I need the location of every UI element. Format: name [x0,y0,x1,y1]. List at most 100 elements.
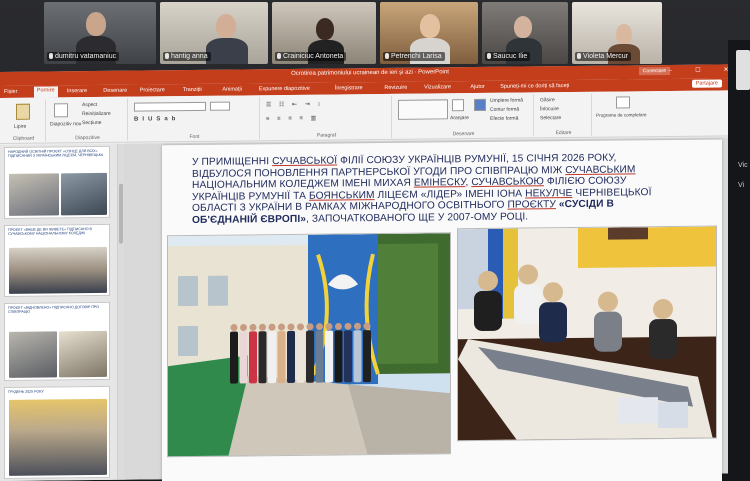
slide-thumbnail-pane: НАРОДНИЙ ОСВІТНІЙ ПРОЄКТ «СОНЦЕ ДЛЯ ВСІХ… [0,143,118,481]
person-figure [315,330,324,383]
side-panel: Vic Vi [728,40,750,481]
addins-button[interactable]: Programe de completare [596,112,647,118]
person-figure [594,311,622,352]
group-label: Paragraf [316,132,337,139]
ribbon-tab[interactable]: Expunere diapozitive [259,86,310,93]
slide-thumbnail[interactable]: ПРОЄКТ «ВАШЕ ДЕ ВИ ЖИВЕТЕ» ПІДПИСАНО В С… [4,223,110,297]
participant-tile[interactable]: Violeta Mercur [572,2,662,64]
shape-effects-button[interactable]: Efecte formă [490,116,518,122]
slide-thumbnail[interactable]: НАРОДНИЙ ОСВІТНІЙ ПРОЄКТ «СОНЦЕ ДЛЯ ВСІХ… [4,145,110,219]
thumbnail-text: ПРОЄКТ «ВАШЕ ДЕ ВИ ЖИВЕТЕ» ПІДПИСАНО В С… [8,227,92,237]
participant-tile[interactable]: Crainiciuc Antoneta [272,2,376,64]
ribbon-tab[interactable]: Spuneți-mi ce doriți să faceți [500,83,569,90]
paste-icon[interactable] [16,103,30,120]
participant-tile[interactable]: Petrenchi Larisa [380,2,478,64]
side-panel-thumbnail[interactable] [736,50,750,90]
ribbon-tab[interactable]: Inserare [67,88,87,94]
signing-photo-image [458,226,717,442]
find-button[interactable]: Găsire [540,97,555,103]
shape-outline-button[interactable]: Contur formă [490,107,519,113]
side-panel-label: Vic [738,162,748,169]
ribbon-tab[interactable]: Proiectare [140,87,165,93]
font-format-buttons[interactable]: BIUSab [134,116,179,122]
addins-icon[interactable] [616,96,630,109]
section-button[interactable]: Secțiune [82,120,101,126]
participant-tile[interactable]: dumitru vatamaniuc [44,2,156,64]
ribbon-tab[interactable]: Revizuire [384,85,407,91]
microphone-icon [577,53,581,59]
person-figure [539,302,567,343]
group-label: Diapozitive [75,134,100,142]
person-figure [287,330,295,383]
slide-thumbnail[interactable]: ГРУДЕНЬ 2025 РОКУ [4,385,110,479]
scrollbar-thumb[interactable] [119,183,123,244]
new-slide-button[interactable]: Diapozitiv nou [50,121,81,127]
share-button[interactable]: Partajare [691,79,722,88]
person-figure [306,330,314,383]
person-figure [249,331,257,384]
person-figure [277,331,286,384]
slide-thumbnail[interactable]: ПРОЄКТ «ВІДНОВЛЕНО» ПІДПИСАНО ДОГОВІР ПР… [4,301,110,381]
powerpoint-window: Ocrotirea patrimoniului ucrainean de ier… [0,64,740,481]
ribbon-tab[interactable]: Ajutor [470,84,484,90]
microphone-icon [165,53,169,59]
new-slide-icon[interactable] [54,103,68,118]
ribbon: Lipire Clipboard Diapozitiv nou Aspect R… [0,90,740,144]
shape-fill-button[interactable]: Umplere formă [490,98,523,104]
slide-text-box[interactable]: У приміщенні Сучавської філії Союзу укра… [192,152,712,227]
ribbon-tab[interactable]: Vizualizare [424,84,451,90]
microphone-icon [49,53,53,59]
participant-name: Violeta Mercur [575,52,632,61]
editing-group: Găsire Înlocuire Selectare Editare [536,93,592,137]
layout-button[interactable]: Aspect [82,102,97,108]
signing-photo[interactable] [457,225,717,442]
participant-name: Petrenchi Larisa [383,52,445,61]
replace-button[interactable]: Înlocuire [540,106,559,112]
thumbnail-text: НАРОДНИЙ ОСВІТНІЙ ПРОЄКТ «СОНЦЕ ДЛЯ ВСІХ… [8,148,104,159]
minimize-icon[interactable]: – [656,66,684,77]
slides-group: Diapozitiv nou Aspect Reinițializare Sec… [48,98,128,142]
select-button[interactable]: Selectare [540,115,561,121]
participant-name: dumitru vatamaniuc [47,52,120,61]
person-figure [296,330,305,383]
person-figure [268,331,276,384]
slide-editor: У приміщенні Сучавської філії Союзу укра… [124,137,740,481]
ribbon-tab[interactable]: Pornire [33,86,58,98]
reset-button[interactable]: Reinițializare [82,111,111,117]
group-label: Editare [555,130,572,137]
group-photo[interactable] [167,232,451,458]
ribbon-tab[interactable]: Fișier [4,89,17,95]
group-photo-image [168,233,451,458]
photo-of-monitor: dumitru vatamaniuc hantig anna Crainiciu… [0,0,750,481]
group-label: Desenare [452,131,475,138]
maximize-icon[interactable]: ☐ [684,66,712,77]
person-figure [344,330,352,383]
participant-tile[interactable]: hantig anna [160,2,268,64]
font-size-field[interactable] [210,101,230,111]
thumbnail-text: ПРОЄКТ «ВІДНОВЛЕНО» ПІДПИСАНО ДОГОВІР ПР… [8,304,100,315]
person-figure [474,290,502,331]
arrange-icon[interactable] [452,99,464,112]
ribbon-tab[interactable]: Desenare [103,88,127,94]
participant-name: Saucuc Ilie [485,52,531,61]
participant-name: Crainiciuc Antoneta [275,52,347,61]
participant-tile[interactable]: Saucuc Ilie [482,2,568,64]
person-figure [514,284,542,325]
ribbon-tab[interactable]: Animații [222,86,242,92]
clipboard-group: Lipire Clipboard [2,99,46,142]
person-figure [239,331,248,384]
align-buttons[interactable]: ≡ ≡ ≡ ≡ ▥ [266,115,319,123]
current-slide[interactable]: У приміщенні Сучавської філії Союзу укра… [162,139,722,481]
paste-button[interactable]: Lipire [14,124,26,130]
shapes-gallery[interactable] [398,99,448,120]
person-figure [325,330,333,383]
thumbnail-text: ГРУДЕНЬ 2025 РОКУ [8,389,44,394]
participant-name: hantig anna [163,52,211,61]
quick-styles-icon[interactable] [474,98,486,112]
arrange-button[interactable]: Aranjare [450,115,469,121]
ribbon-tab[interactable]: Tranziții [183,87,202,93]
addins-group: Programe de completare [594,93,654,136]
ribbon-tab[interactable]: Înregistrare [335,85,363,91]
list-buttons[interactable]: ☰ ☷ ⇤ ⇥ ↕ [266,101,323,109]
font-name-field[interactable] [134,101,206,112]
